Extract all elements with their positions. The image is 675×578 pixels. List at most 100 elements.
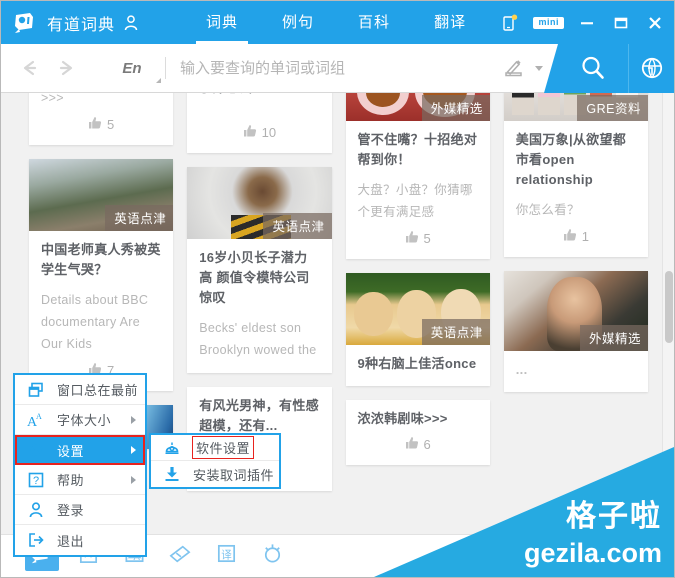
card-thumbnail: 英语点津 bbox=[29, 159, 174, 231]
card-body: 9种右脑上佳活once bbox=[346, 345, 490, 386]
card-item[interactable]: 外媒精选 ... bbox=[503, 271, 648, 392]
card-title: ... bbox=[515, 362, 528, 377]
card-item[interactable]: 就让耳朵怀孕 >>> 5 bbox=[29, 93, 174, 145]
card-title: 9种右脑上佳活once bbox=[357, 356, 477, 371]
card-category-tag: 英语点津 bbox=[105, 205, 174, 231]
likes-count: 1 bbox=[581, 229, 589, 244]
card-desc: Details about BBC documentary Are Our Ki… bbox=[41, 293, 149, 351]
window-controls: mini bbox=[499, 1, 666, 44]
login-user-icon bbox=[23, 501, 49, 519]
menu-item-help[interactable]: ? 帮助 bbox=[15, 465, 145, 495]
menu-item-exit[interactable]: 退出 bbox=[15, 525, 145, 555]
card-body: 就让耳朵怀孕 >>> 5 bbox=[29, 93, 173, 145]
account-avatar-icon[interactable] bbox=[122, 14, 140, 32]
card-item[interactable]: 英语点津 16岁小贝长子潜力高 颜值令模特公司惊叹 Becks' eldest … bbox=[187, 167, 332, 373]
submenu-arrow-icon bbox=[131, 475, 136, 484]
settings-gear-icon bbox=[23, 441, 49, 459]
title-bar: 有道词典 词典 例句 百科 翻译 mini bbox=[1, 1, 674, 44]
card-thumbnail: 英语点津 bbox=[345, 273, 490, 345]
tab-sentences[interactable]: 例句 bbox=[260, 1, 336, 44]
close-button[interactable] bbox=[644, 12, 666, 34]
tab-dictionary[interactable]: 词典 bbox=[184, 1, 260, 44]
card-body: 管不住嘴？十招绝对帮到你！ 大盘？小盘？你猜哪个更有满足感 5 bbox=[346, 121, 490, 259]
likes-count: 5 bbox=[107, 117, 115, 132]
search-button[interactable] bbox=[544, 43, 628, 93]
card-thumbnail: 外媒精选 bbox=[345, 93, 490, 121]
search-divider bbox=[165, 57, 166, 79]
card-title: 管不住嘴？十招绝对帮到你！ bbox=[357, 132, 478, 167]
thumbs-up-icon bbox=[243, 124, 257, 141]
card-thumbnail: 英语点津 bbox=[187, 167, 332, 239]
search-bar: En bbox=[1, 43, 674, 93]
card-desc: >>> bbox=[41, 93, 64, 105]
card-title: 有风光男神，有性感超模，还有... bbox=[199, 398, 319, 433]
tab-translate[interactable]: 翻译 bbox=[412, 1, 488, 44]
card-desc: Becks' eldest son Brooklyn wowed the bbox=[199, 321, 317, 357]
toolbar-sync-button[interactable] bbox=[255, 541, 289, 571]
menu-item-always-on-top[interactable]: 窗口总在最前 bbox=[15, 375, 145, 405]
card-title: 美国万象|从欲望都市看open relationship bbox=[515, 132, 627, 187]
app-logo-group: 有道词典 bbox=[13, 10, 140, 36]
card-item[interactable]: 英语点津 9种右脑上佳活once bbox=[345, 273, 490, 386]
card-category-tag: 英语点津 bbox=[263, 213, 332, 239]
translate-icon: 译 bbox=[215, 542, 238, 570]
card-title: 16岁小贝长子潜力高 颜值令模特公司惊叹 bbox=[199, 250, 310, 305]
card-thumbnail: GRE资料 bbox=[503, 93, 648, 121]
menu-item-font-size[interactable]: A A 字体大小 bbox=[15, 405, 145, 435]
search-input[interactable] bbox=[180, 59, 500, 77]
likes-count: 5 bbox=[423, 231, 431, 246]
card-item[interactable]: 浓浓韩剧味>>> 6 bbox=[345, 400, 490, 465]
language-selector[interactable]: En bbox=[99, 60, 165, 83]
content-scrollbar-thumb[interactable] bbox=[665, 271, 673, 343]
menu-item-label: 字体大小 bbox=[57, 413, 112, 428]
menu-item-settings[interactable]: 设置 bbox=[15, 435, 145, 465]
context-menu: 窗口总在最前 A A 字体大小 设置 ? 帮助 登录 退出 bbox=[13, 373, 147, 557]
toolbar-highlight-button[interactable] bbox=[163, 541, 197, 571]
download-plugin-icon bbox=[159, 465, 185, 483]
handwriting-input-icon[interactable] bbox=[500, 54, 528, 82]
submenu-item-software-settings[interactable]: 软件设置 bbox=[151, 435, 279, 461]
sync-circle-icon bbox=[261, 542, 284, 570]
thumbs-up-icon bbox=[405, 230, 419, 247]
window-on-top-icon bbox=[23, 381, 49, 399]
back-arrow-icon[interactable] bbox=[15, 54, 43, 82]
phone-notify-icon[interactable] bbox=[499, 12, 521, 34]
minimize-button[interactable] bbox=[576, 12, 598, 34]
card-title: 中国老师真人秀被英学生气哭？ bbox=[41, 242, 161, 277]
card-body: ... bbox=[504, 351, 648, 392]
submenu-item-install-plugin[interactable]: 安装取词插件 bbox=[151, 461, 279, 487]
tab-encyclopedia[interactable]: 百科 bbox=[336, 1, 412, 44]
menu-item-label: 设置 bbox=[57, 443, 85, 459]
svg-text:译: 译 bbox=[221, 549, 232, 561]
likes-count: 6 bbox=[423, 437, 431, 452]
software-settings-icon bbox=[159, 439, 185, 457]
card-category-tag: GRE资料 bbox=[577, 95, 648, 121]
exit-icon bbox=[23, 531, 49, 549]
youdao-logo-icon bbox=[13, 10, 39, 36]
menu-item-login[interactable]: 登录 bbox=[15, 495, 145, 525]
content-scrollbar-track[interactable] bbox=[662, 93, 674, 536]
card-item[interactable]: 外媒精选 管不住嘴？十招绝对帮到你！ 大盘？小盘？你猜哪个更有满足感 5 bbox=[345, 93, 490, 259]
history-nav bbox=[15, 54, 99, 82]
help-question-icon: ? bbox=[23, 471, 49, 489]
card-item[interactable]: 酷炫香蕉艺术，看完手痒想试.. 10 bbox=[187, 93, 332, 153]
card-likes: 10 bbox=[199, 124, 319, 141]
web-translate-globe-button[interactable] bbox=[628, 43, 674, 93]
menu-item-label: 登录 bbox=[57, 503, 85, 518]
menu-item-label: 帮助 bbox=[57, 473, 85, 488]
font-size-icon: A A bbox=[23, 411, 49, 429]
toolbar-translate-button[interactable]: 译 bbox=[209, 541, 243, 571]
mini-mode-button[interactable]: mini bbox=[533, 16, 564, 29]
maximize-button[interactable] bbox=[610, 12, 632, 34]
settings-submenu: 软件设置 安装取词插件 bbox=[149, 433, 281, 489]
forward-arrow-icon[interactable] bbox=[53, 54, 81, 82]
submenu-item-label: 软件设置 bbox=[191, 436, 255, 459]
brand-name: 有道词典 bbox=[47, 16, 116, 34]
svg-text:A: A bbox=[36, 412, 42, 421]
card-thumbnail: 外媒精选 bbox=[503, 271, 648, 351]
card-item[interactable]: 英语点津 中国老师真人秀被英学生气哭？ Details about BBC do… bbox=[29, 159, 174, 391]
youdao-dictionary-window: 有道词典 词典 例句 百科 翻译 mini En 输入要查询的单词或词组 >>>… bbox=[0, 0, 675, 578]
card-item[interactable]: GRE资料 美国万象|从欲望都市看open relationship 你怎么看？… bbox=[503, 93, 648, 257]
card-category-tag: 外媒精选 bbox=[421, 95, 490, 121]
card-likes: 5 bbox=[41, 116, 161, 133]
